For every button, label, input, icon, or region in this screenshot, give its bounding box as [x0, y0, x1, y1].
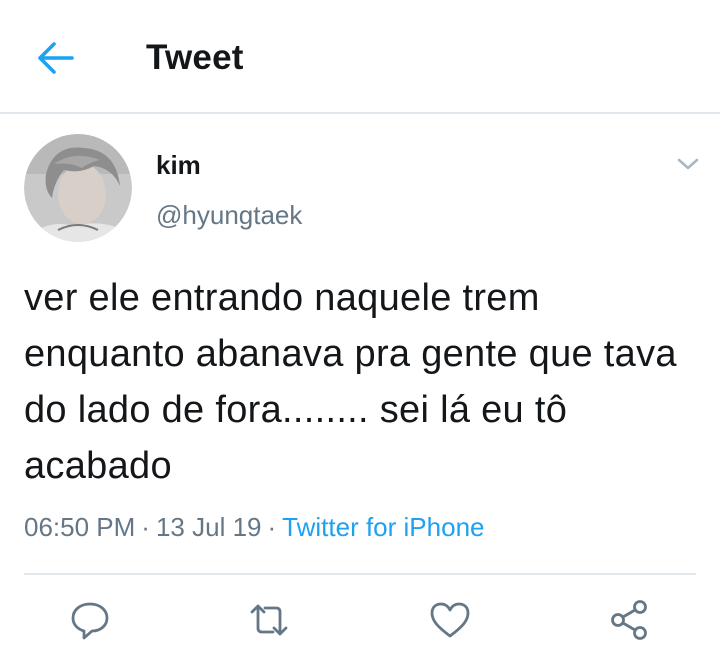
meta-separator: ·	[141, 512, 150, 542]
avatar-image	[24, 134, 132, 242]
share-icon[interactable]	[608, 598, 652, 642]
tweet-text: ver ele entrando naquele trem enquanto a…	[24, 277, 677, 487]
like-icon[interactable]	[428, 598, 472, 642]
tweet-meta: 06:50 PM · 13 Jul 19 · Twitter for iPhone	[24, 512, 484, 543]
author-name[interactable]: kim	[156, 150, 201, 181]
tweet-source-link[interactable]: Twitter for iPhone	[282, 512, 484, 542]
chevron-down-icon[interactable]	[674, 154, 702, 174]
reply-icon[interactable]	[68, 598, 112, 642]
tweet-time: 06:50 PM	[24, 512, 136, 542]
tweet-date: 13 Jul 19	[155, 512, 262, 542]
author-handle[interactable]: @hyungtaek	[156, 200, 302, 231]
top-app-bar: Tweet	[0, 0, 720, 114]
meta-separator: ·	[267, 512, 277, 542]
page-title: Tweet	[146, 38, 244, 77]
tweet-actions	[0, 590, 720, 650]
arrow-left-icon[interactable]	[36, 40, 76, 76]
retweet-icon[interactable]	[247, 598, 291, 642]
avatar[interactable]	[24, 134, 132, 242]
divider	[24, 573, 696, 575]
